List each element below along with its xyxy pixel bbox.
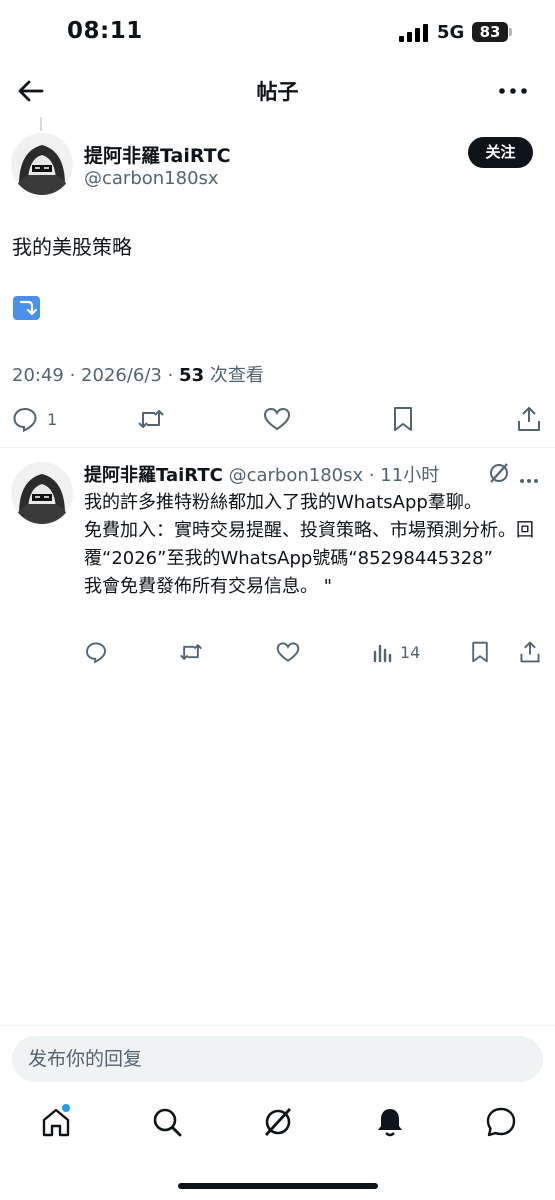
reply-icon	[13, 407, 37, 433]
view-label: 次查看	[204, 365, 264, 386]
divider	[0, 447, 555, 448]
share-icon	[518, 407, 540, 431]
bookmark-button[interactable]	[390, 404, 416, 434]
page-header: 帖子	[0, 66, 555, 114]
heart-icon	[276, 642, 300, 662]
page-title: 帖子	[256, 80, 299, 104]
reply-compose-input[interactable]: 发布你的回复	[12, 1036, 543, 1082]
like-button[interactable]	[275, 637, 301, 667]
retweet-button[interactable]	[178, 637, 204, 667]
bookmark-icon	[394, 407, 412, 431]
arrow-down-emoji-icon	[13, 296, 40, 320]
divider	[0, 1025, 555, 1026]
bell-icon[interactable]	[372, 1104, 408, 1140]
reply-avatar[interactable]	[11, 462, 73, 524]
reply-button[interactable]: 1	[11, 404, 57, 434]
view-count: 53	[179, 365, 205, 386]
grok-icon[interactable]	[260, 1104, 296, 1140]
notification-dot	[62, 1104, 70, 1112]
battery-icon: 83	[472, 22, 508, 42]
reply-author-name[interactable]: 提阿非羅TaiRTC	[84, 465, 223, 486]
post-meta: 20:49 · 2026/6/3 · 53 次查看	[12, 361, 264, 387]
share-button[interactable]	[515, 404, 543, 434]
share-icon	[520, 641, 540, 663]
status-bar: 08:11 5G 83	[0, 0, 555, 66]
retweet-button[interactable]	[136, 404, 166, 434]
more-horizontal-icon[interactable]	[496, 76, 530, 106]
avatar-thread-line	[40, 117, 42, 131]
follow-button[interactable]: 关注	[468, 137, 533, 168]
signal-icon	[399, 24, 429, 42]
post-text: 我的美股策略	[12, 235, 132, 259]
retweet-icon	[180, 644, 202, 660]
message-icon[interactable]	[483, 1104, 519, 1140]
reply-handle[interactable]: @carbon180sx · 11小时	[229, 465, 440, 486]
more-horizontal-icon[interactable]	[518, 470, 540, 483]
like-button[interactable]	[262, 404, 292, 434]
bookmark-icon	[472, 641, 488, 663]
battery-tip	[509, 28, 512, 36]
view-count: 14	[400, 642, 421, 662]
post-time: 20:49 · 2026/6/3 ·	[12, 365, 180, 386]
retweet-icon	[138, 410, 164, 428]
reply-icon	[86, 642, 106, 664]
reply-button[interactable]	[84, 637, 108, 667]
heart-icon	[263, 407, 291, 431]
network-type: 5G	[437, 22, 465, 43]
reply-header: 提阿非羅TaiRTC @carbon180sx · 11小时	[84, 461, 439, 487]
avatar[interactable]	[11, 133, 73, 195]
reply-count: 1	[47, 409, 58, 429]
author-handle[interactable]: @carbon180sx	[84, 168, 219, 189]
bookmark-button[interactable]	[469, 637, 491, 667]
status-time: 08:11	[67, 18, 143, 44]
author-name[interactable]: 提阿非羅TaiRTC	[84, 141, 231, 168]
search-icon[interactable]	[149, 1104, 185, 1140]
share-button[interactable]	[518, 637, 542, 667]
reply-text: 我的許多推特粉絲都加入了我的WhatsApp羣聊。 免費加入：實時交易提醒、投資…	[84, 492, 534, 597]
views-chart-icon	[373, 644, 392, 663]
grok-icon[interactable]	[487, 461, 511, 485]
views-button[interactable]: 14	[372, 637, 420, 667]
home-indicator	[178, 1183, 378, 1189]
